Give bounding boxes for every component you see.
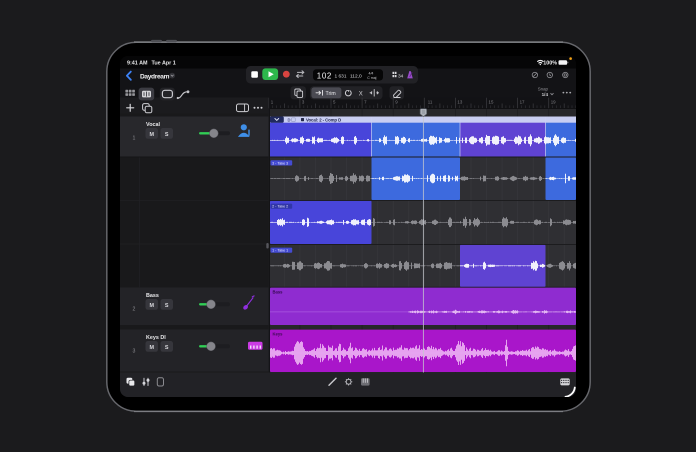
svg-text:34: 34 [398,73,404,79]
svg-text:15: 15 [489,100,494,105]
svg-text:3 - Take 3: 3 - Take 3 [272,161,288,165]
svg-text:13: 13 [457,100,462,105]
svg-text:X: X [359,91,363,97]
svg-text:M: M [149,132,154,138]
svg-text:Keys: Keys [273,332,284,337]
svg-text:Trim: Trim [326,91,336,97]
svg-text:M: M [149,303,154,309]
svg-text:Keys DI: Keys DI [146,335,166,341]
svg-text:19: 19 [551,100,556,105]
svg-text:1 - Take 1: 1 - Take 1 [272,249,288,253]
svg-text:S: S [165,132,169,138]
svg-text:2: 2 [133,307,136,313]
svg-text:Bass: Bass [273,290,284,295]
svg-text:S: S [165,345,169,351]
svg-text:9:41 AM: 9:41 AM [127,60,148,66]
svg-text:1/4: 1/4 [542,92,549,97]
svg-text:4/4: 4/4 [369,71,374,75]
svg-text:Bass: Bass [146,293,159,299]
svg-text:2 - Take 2: 2 - Take 2 [272,205,288,209]
svg-text:17: 17 [520,100,525,105]
svg-text:3: 3 [133,349,136,355]
svg-text:D: D [288,117,291,122]
svg-text:S: S [165,303,169,309]
svg-text:Vocal: Vocal [146,122,160,128]
svg-text:1: 1 [133,136,136,142]
svg-text:100%: 100% [543,60,557,66]
svg-text:Tue Apr 1: Tue Apr 1 [152,60,176,66]
svg-text:Vocal: 2 - Comp D: Vocal: 2 - Comp D [306,117,341,122]
svg-text:Daydream: Daydream [140,73,170,80]
svg-text:1 631: 1 631 [335,73,347,79]
svg-text:M: M [149,345,154,351]
svg-text:102: 102 [317,71,332,80]
svg-text:112,0: 112,0 [350,73,362,79]
svg-text:Snap: Snap [538,86,549,91]
svg-text:C maj: C maj [367,76,376,80]
svg-text:11: 11 [428,100,433,105]
